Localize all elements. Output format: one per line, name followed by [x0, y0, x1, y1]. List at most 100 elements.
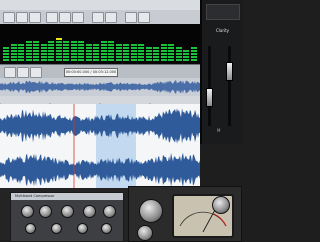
- spectrum-segment: [55, 44, 62, 46]
- spectrum-segment: [70, 41, 77, 43]
- spectrum-segment: [160, 47, 167, 49]
- spectrum-segment: [55, 38, 62, 40]
- spectrum-segment: [123, 59, 129, 61]
- spectrum-segment: [85, 53, 92, 55]
- spectrum-segment: [108, 50, 114, 52]
- output-knob[interactable]: [137, 225, 153, 241]
- zoom-in-button[interactable]: [125, 12, 137, 23]
- spectrum-bar: [100, 27, 107, 61]
- spectrum-bar: [130, 27, 137, 61]
- new-file-button[interactable]: [3, 12, 15, 23]
- spectrum-segment: [190, 59, 197, 61]
- fader-left[interactable]: [206, 88, 213, 107]
- band3-knob[interactable]: [77, 223, 88, 234]
- band2-knob[interactable]: [51, 223, 62, 234]
- play-button[interactable]: [4, 67, 16, 78]
- spectrum-bar: [175, 27, 182, 61]
- undo-button[interactable]: [92, 12, 104, 23]
- side-knob[interactable]: [212, 196, 230, 214]
- spectrum-segment: [108, 44, 114, 46]
- copy-button[interactable]: [59, 12, 71, 23]
- open-button[interactable]: [16, 12, 28, 23]
- spectrum-segment: [153, 56, 159, 58]
- spectrum-segment: [78, 53, 84, 55]
- ratio-knob[interactable]: [39, 205, 52, 218]
- spectrum-segment: [18, 59, 24, 61]
- spectrum-segment: [123, 53, 129, 55]
- spectrum-segment: [25, 44, 32, 46]
- spectrum-segment: [190, 47, 197, 49]
- spectrum-segment: [25, 59, 32, 61]
- release-knob[interactable]: [83, 205, 96, 218]
- spectrum-bar: [123, 27, 129, 61]
- spectrum-segment: [123, 50, 129, 52]
- spectrum-bar: [55, 27, 62, 61]
- stop-button[interactable]: [17, 67, 29, 78]
- spectrum-segment: [130, 53, 137, 55]
- spectrum-segment: [108, 41, 114, 43]
- paste-button[interactable]: [72, 12, 84, 23]
- spectrum-segment: [40, 59, 47, 61]
- spectrum-segment: [123, 47, 129, 49]
- spectrum-segment: [85, 50, 92, 52]
- spectrum-bar: [190, 27, 197, 61]
- spectrum-bar: [78, 27, 84, 61]
- waveform-graphic: [0, 104, 200, 194]
- makeup-gain-knob[interactable]: [103, 205, 116, 218]
- record-button[interactable]: [30, 67, 42, 78]
- spectrum-segment: [138, 47, 144, 49]
- spectrum-segment: [55, 59, 62, 61]
- main-waveform[interactable]: [0, 104, 200, 194]
- cut-button[interactable]: [46, 12, 58, 23]
- overview-waveform[interactable]: [0, 78, 200, 96]
- spectrum-segment: [40, 50, 47, 52]
- spectrum-segment: [48, 47, 54, 49]
- spectrum-bar: [85, 27, 92, 61]
- spectrum-segment: [168, 53, 174, 55]
- spectrum-segment: [55, 41, 62, 43]
- spectrum-segment: [108, 53, 114, 55]
- spectrum-segment: [138, 59, 144, 61]
- spectrum-segment: [100, 44, 107, 46]
- gain-label: M: [217, 128, 221, 133]
- spectrum-segment: [93, 53, 99, 55]
- band4-knob[interactable]: [101, 223, 112, 234]
- spectrum-segment: [85, 44, 92, 46]
- band1-knob[interactable]: [25, 223, 36, 234]
- spectrum-segment: [63, 44, 69, 46]
- redo-button[interactable]: [105, 12, 117, 23]
- spectrum-segment: [63, 47, 69, 49]
- spectrum-bar: [33, 27, 39, 61]
- spectrum-segment: [18, 53, 24, 55]
- spectrum-segment: [63, 56, 69, 58]
- spectrum-segment: [10, 44, 17, 46]
- spectrum-segment: [78, 41, 84, 43]
- spectrum-segment: [108, 56, 114, 58]
- spectrum-bar: [108, 27, 114, 61]
- spectrum-segment: [10, 47, 17, 49]
- spectrum-segment: [40, 56, 47, 58]
- spectrum-segment: [145, 53, 152, 55]
- spectrum-segment: [55, 50, 62, 52]
- spectrum-segment: [115, 50, 122, 52]
- spectrum-segment: [168, 47, 174, 49]
- spectrum-segment: [63, 41, 69, 43]
- spectrum-segment: [168, 56, 174, 58]
- spectrum-segment: [190, 56, 197, 58]
- threshold-knob[interactable]: [21, 205, 34, 218]
- save-button[interactable]: [29, 12, 41, 23]
- spectrum-segment: [115, 53, 122, 55]
- attack-knob[interactable]: [61, 205, 74, 218]
- spectrum-segment: [25, 50, 32, 52]
- fader-right[interactable]: [226, 62, 233, 81]
- spectrum-segment: [3, 53, 9, 55]
- spectrum-segment: [85, 56, 92, 58]
- spectrum-segment: [18, 47, 24, 49]
- input-knob[interactable]: [139, 199, 163, 223]
- spectrum-segment: [168, 50, 174, 52]
- spectrum-segment: [130, 56, 137, 58]
- zoom-out-button[interactable]: [138, 12, 150, 23]
- spectrum-segment: [40, 47, 47, 49]
- fader-track-right: [228, 46, 231, 126]
- spectrum-segment: [160, 53, 167, 55]
